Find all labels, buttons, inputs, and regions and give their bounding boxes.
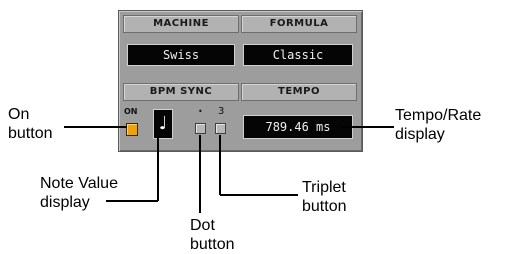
triplet-button-callout: Triplet button [302, 179, 347, 215]
note-value-callout: Note Value display [40, 175, 118, 211]
dot-button-callout: Dot button [190, 217, 235, 253]
tempo-rate-callout: Tempo/Rate display [395, 107, 482, 143]
on-button-callout: On button [8, 106, 53, 142]
